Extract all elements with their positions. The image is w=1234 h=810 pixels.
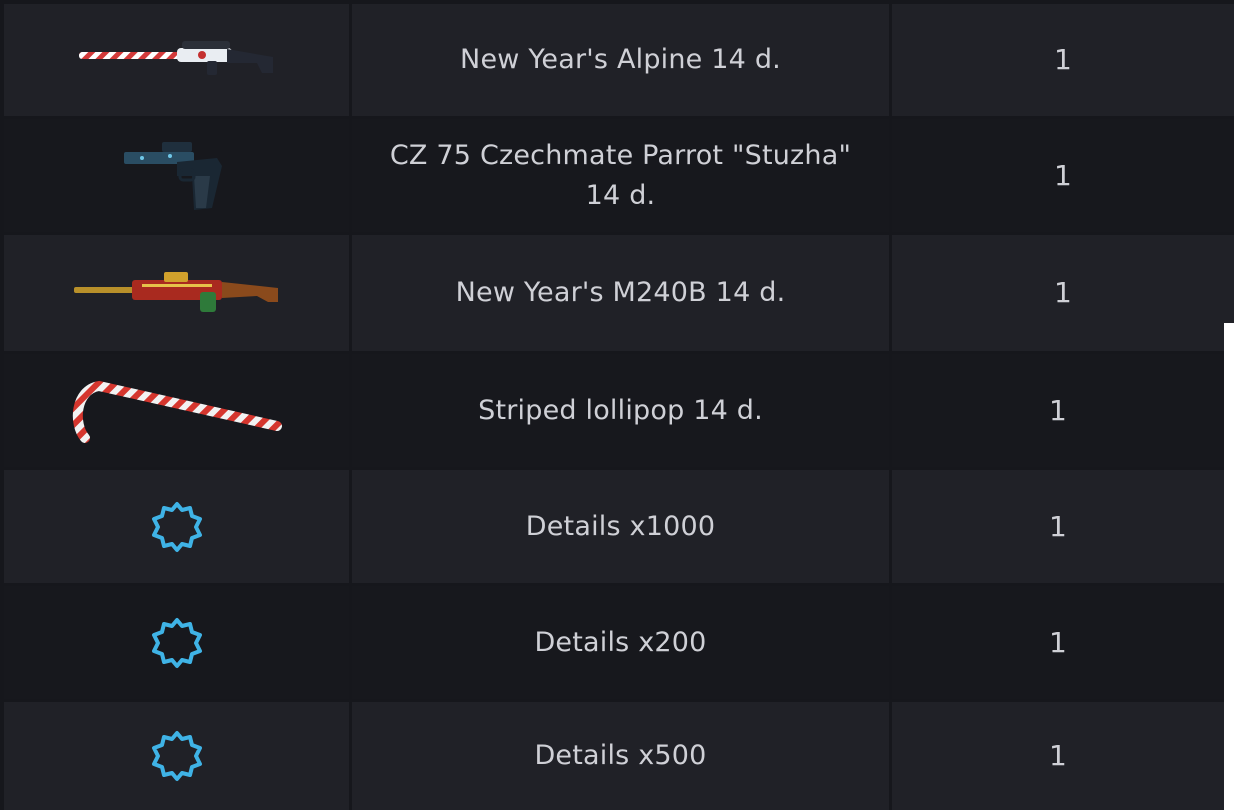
gift-wrap-machine-gun-icon <box>72 268 282 318</box>
rewards-table: New Year's Alpine 14 d. 1 CZ 75 Czechmat… <box>0 0 1234 810</box>
item-image-cell <box>4 702 352 810</box>
candy-cane-icon <box>67 376 287 446</box>
item-name: Details x500 <box>352 702 892 810</box>
item-name: New Year's Alpine 14 d. <box>352 4 892 116</box>
table-row: New Year's M240B 14 d. 1 <box>4 235 1234 351</box>
item-image-cell <box>4 470 352 583</box>
item-image-cell <box>4 354 352 467</box>
gear-details-icon <box>150 500 204 554</box>
item-name: Striped lollipop 14 d. <box>352 354 892 467</box>
item-image-cell <box>4 235 352 351</box>
item-name: Details x200 <box>352 586 892 699</box>
item-quantity: 1 <box>1048 739 1067 772</box>
item-quantity: 1 <box>1053 43 1072 76</box>
item-quantity: 1 <box>1048 509 1067 543</box>
item-quantity: 1 <box>1048 625 1067 659</box>
table-row: Details x200 1 <box>4 586 1224 699</box>
item-name: New Year's M240B 14 d. <box>352 235 892 351</box>
item-name: CZ 75 Czechmate Parrot "Stuzha" 14 d. <box>352 119 892 232</box>
page-background-edge <box>1224 323 1234 810</box>
table-row: New Year's Alpine 14 d. 1 <box>4 4 1234 116</box>
table-row: Striped lollipop 14 d. 1 <box>4 354 1224 467</box>
table-row: CZ 75 Czechmate Parrot "Stuzha" 14 d. 1 <box>4 119 1234 232</box>
item-quantity: 1 <box>1053 276 1072 309</box>
item-image-cell <box>4 4 352 116</box>
item-image-cell <box>4 586 352 699</box>
table-row: Details x1000 1 <box>4 470 1224 583</box>
frost-pistol-icon <box>122 136 232 216</box>
item-image-cell <box>4 119 352 232</box>
item-quantity: 1 <box>1053 158 1072 192</box>
gear-details-icon <box>150 729 204 783</box>
item-quantity: 1 <box>1048 393 1067 427</box>
table-row: Details x500 1 <box>4 702 1224 810</box>
candy-cane-sniper-rifle-icon <box>77 35 277 85</box>
item-name: Details x1000 <box>352 470 892 583</box>
gear-details-icon <box>150 616 204 670</box>
